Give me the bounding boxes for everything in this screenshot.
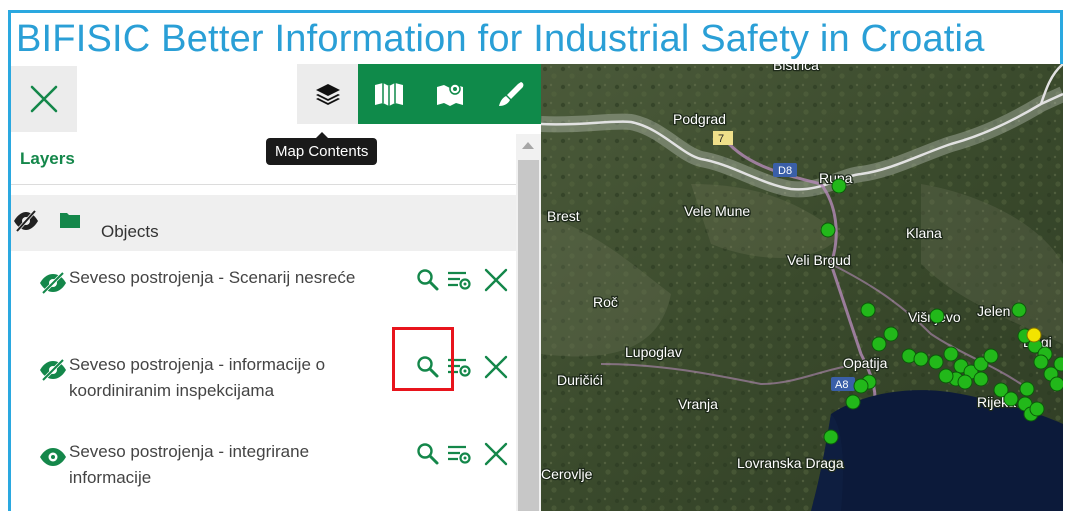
seveso-marker[interactable] — [913, 351, 929, 367]
seveso-marker-highlight[interactable] — [1026, 327, 1042, 343]
map-label: Veli Brgud — [787, 252, 851, 268]
layers-icon — [315, 84, 340, 105]
seveso-marker[interactable] — [845, 394, 861, 410]
map-label: Vele Mune — [684, 203, 750, 219]
close-icon — [30, 85, 58, 113]
satellite-map[interactable]: Bistrica Podgrad 7 D8 Rupa Brest Vele Mu… — [541, 64, 1063, 511]
seveso-marker[interactable] — [860, 302, 876, 318]
seveso-marker[interactable] — [871, 336, 887, 352]
seveso-marker[interactable] — [823, 429, 839, 445]
seveso-marker[interactable] — [1011, 302, 1027, 318]
seveso-marker[interactable] — [820, 222, 836, 238]
seveso-marker[interactable] — [1033, 354, 1049, 370]
layer-name: Seveso postrojenja - informacije o koord… — [69, 355, 326, 400]
seveso-marker[interactable] — [1029, 401, 1045, 417]
map-label: Vranja — [678, 396, 718, 412]
map-label: Opatija — [843, 355, 888, 371]
divider — [11, 184, 516, 185]
eye-off-icon[interactable] — [38, 271, 68, 295]
remove-layer-icon[interactable] — [484, 268, 508, 292]
seveso-marker[interactable] — [928, 354, 944, 370]
zoom-to-layer-icon[interactable] — [416, 268, 440, 292]
seveso-marker[interactable] — [853, 378, 869, 394]
seveso-marker[interactable] — [1003, 391, 1019, 407]
tool-legend[interactable] — [419, 64, 480, 124]
seveso-marker[interactable] — [957, 374, 973, 390]
tool-map-contents[interactable] — [297, 64, 358, 124]
map-book-icon — [374, 83, 403, 106]
tool-basemap[interactable] — [358, 64, 419, 124]
layers-heading: Layers — [20, 149, 75, 168]
layer-item: Seveso postrojenja - Scenarij nesreće — [11, 265, 516, 325]
seveso-marker[interactable] — [831, 178, 847, 194]
map-label: Brest — [547, 208, 580, 224]
map-label: Podgrad — [673, 111, 726, 127]
layer-group-row[interactable] — [11, 195, 516, 251]
seveso-marker[interactable] — [973, 371, 989, 387]
map-view[interactable]: Bistrica Podgrad 7 D8 Rupa Brest Vele Mu… — [541, 64, 1063, 511]
eye-off-icon[interactable] — [38, 358, 68, 382]
layer-item: Seveso postrojenja - integrirane informa… — [11, 439, 516, 499]
remove-layer-icon[interactable] — [484, 442, 508, 466]
route-label: 7 — [718, 133, 724, 145]
map-legend-icon — [436, 83, 463, 106]
scrollbar-thumb[interactable] — [518, 160, 539, 511]
layer-settings-icon[interactable] — [446, 268, 472, 292]
seveso-marker[interactable] — [1049, 376, 1063, 392]
map-label: Cerovlje — [541, 466, 593, 482]
eye-off-icon[interactable] — [12, 209, 40, 233]
close-panel-button[interactable] — [11, 66, 77, 132]
draw-pen-icon — [498, 82, 523, 106]
scroll-up-arrow[interactable] — [522, 142, 534, 149]
route-label: A8 — [835, 379, 848, 391]
map-label: Klana — [906, 225, 942, 241]
seveso-marker[interactable] — [938, 368, 954, 384]
seveso-marker[interactable] — [983, 348, 999, 364]
route-label: D8 — [778, 165, 792, 177]
map-label: Bistrica — [773, 64, 819, 73]
map-label: Lovranska Draga — [737, 455, 844, 471]
seveso-marker[interactable] — [1019, 381, 1035, 397]
layer-name: Seveso postrojenja - integrirane informa… — [69, 442, 310, 487]
map-label: Lupoglav — [625, 344, 682, 360]
tool-draw[interactable] — [480, 64, 541, 124]
map-label: Duričići — [557, 372, 603, 388]
tooltip-map-contents: Map Contents — [266, 132, 378, 165]
seveso-marker[interactable] — [943, 346, 959, 362]
layer-group-label: Objects — [101, 222, 159, 241]
remove-layer-icon[interactable] — [484, 355, 508, 379]
panel-toolbar — [297, 64, 541, 124]
side-panel: Map Contents Layers Objects Seveso postr… — [11, 64, 541, 511]
map-label: Roč — [593, 294, 618, 310]
eye-icon[interactable] — [38, 445, 68, 469]
zoom-to-layer-icon[interactable] — [416, 442, 440, 466]
map-label: Jelen — [977, 303, 1010, 319]
folder-icon — [60, 213, 80, 228]
seveso-marker[interactable] — [1053, 356, 1063, 372]
highlight-box — [392, 327, 454, 391]
seveso-marker[interactable] — [883, 326, 899, 342]
layer-settings-icon[interactable] — [446, 442, 472, 466]
seveso-marker[interactable] — [929, 308, 945, 324]
page-title: BIFISIC Better Information for Industria… — [16, 18, 985, 60]
layer-name: Seveso postrojenja - Scenarij nesreće — [69, 268, 356, 287]
